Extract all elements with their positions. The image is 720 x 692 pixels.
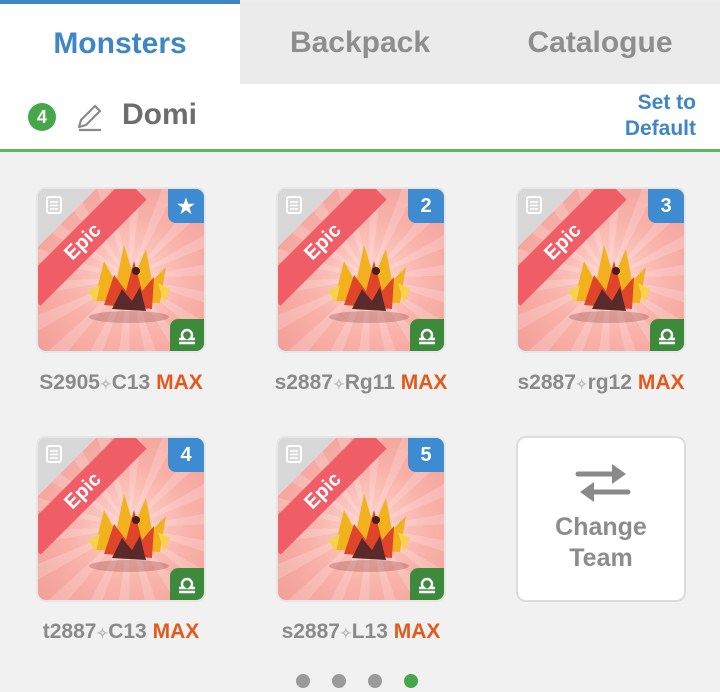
document-icon[interactable] <box>44 195 64 215</box>
level-max: MAX <box>400 371 448 394</box>
slot-number-badge: 4 <box>168 438 204 472</box>
tab-monsters[interactable]: Monsters <box>0 0 240 84</box>
monster-card[interactable]: Epic 2 <box>276 187 446 353</box>
page-dot[interactable] <box>404 674 418 688</box>
level-max: MAX <box>152 620 200 643</box>
slot-number-badge: 5 <box>408 438 444 472</box>
libra-icon <box>650 319 684 351</box>
tab-backpack[interactable]: Backpack <box>240 0 480 84</box>
document-icon[interactable] <box>284 195 304 215</box>
team-name[interactable]: Domi <box>122 98 197 132</box>
libra-icon <box>410 319 444 351</box>
monster-suffix: L13 <box>351 620 388 643</box>
document-icon[interactable] <box>44 444 64 464</box>
change-team-label: Change Team <box>555 513 647 572</box>
slot-number-badge: 3 <box>648 189 684 223</box>
tab-bar: Monsters Backpack Catalogue <box>0 0 720 84</box>
monster-card[interactable]: Epic ★ <box>36 187 206 353</box>
page-dot[interactable] <box>332 674 346 688</box>
level-max: MAX <box>637 371 685 394</box>
star-separator-icon: ✧ <box>99 376 112 392</box>
monster-name: t2887 <box>42 620 97 643</box>
monster-card[interactable]: Epic 5 <box>276 436 446 602</box>
monster-suffix: Rg11 <box>344 371 395 394</box>
monster-name: s2887 <box>517 371 576 394</box>
monster-card[interactable]: Epic 3 <box>516 187 686 353</box>
monster-name: s2887 <box>281 620 340 643</box>
slot-number-badge: 2 <box>408 189 444 223</box>
page-dot[interactable] <box>368 674 382 688</box>
tab-catalogue[interactable]: Catalogue <box>480 0 720 84</box>
monster-name: s2887 <box>274 371 333 394</box>
level-max: MAX <box>156 371 203 394</box>
change-team-button[interactable]: Change Team <box>516 436 686 602</box>
monster-name-label: s2887✧Rg11 MAX <box>251 371 471 395</box>
page-dot[interactable] <box>296 674 310 688</box>
monster-suffix: rg12 <box>587 371 632 394</box>
monster-suffix: C13 <box>108 620 147 643</box>
star-separator-icon: ✧ <box>332 376 345 392</box>
libra-icon <box>410 568 444 600</box>
team-number-badge: 4 <box>28 103 56 131</box>
slot-number-badge: ★ <box>168 189 204 223</box>
star-separator-icon: ✧ <box>96 625 109 641</box>
star-separator-icon: ✧ <box>339 625 352 641</box>
level-max: MAX <box>393 620 441 643</box>
libra-icon <box>170 319 204 351</box>
document-icon[interactable] <box>524 195 544 215</box>
edit-pencil-icon[interactable] <box>73 101 105 133</box>
monster-name-label: S2905✧C13 MAX <box>11 371 231 395</box>
monster-name-label: s2887✧L13 MAX <box>251 620 471 644</box>
set-to-default-button[interactable]: Set to Default <box>600 90 696 142</box>
monster-suffix: C13 <box>111 371 151 394</box>
document-icon[interactable] <box>284 444 304 464</box>
monster-card[interactable]: Epic 4 <box>36 436 206 602</box>
monster-name-label: t2887✧C13 MAX <box>11 620 231 644</box>
monster-name-label: s2887✧rg12 MAX <box>491 371 711 395</box>
libra-icon <box>170 568 204 600</box>
pagination-dots <box>296 674 418 688</box>
star-separator-icon: ✧ <box>575 376 588 392</box>
swap-arrows-icon <box>575 464 631 502</box>
monster-name: S2905 <box>39 371 100 394</box>
